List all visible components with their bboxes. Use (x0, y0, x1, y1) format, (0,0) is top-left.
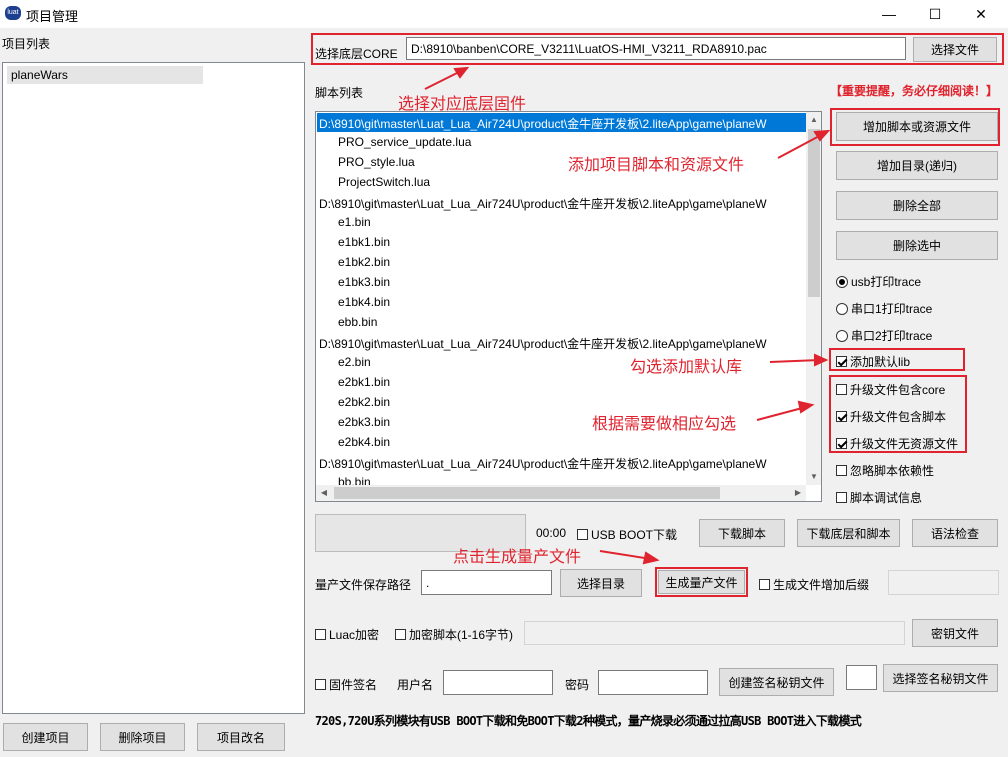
arrow-need (756, 406, 807, 421)
arrow-add (777, 133, 824, 159)
annotation-arrows (424, 66, 831, 565)
arrow-lib (769, 359, 821, 363)
arrow-generate (599, 550, 652, 560)
